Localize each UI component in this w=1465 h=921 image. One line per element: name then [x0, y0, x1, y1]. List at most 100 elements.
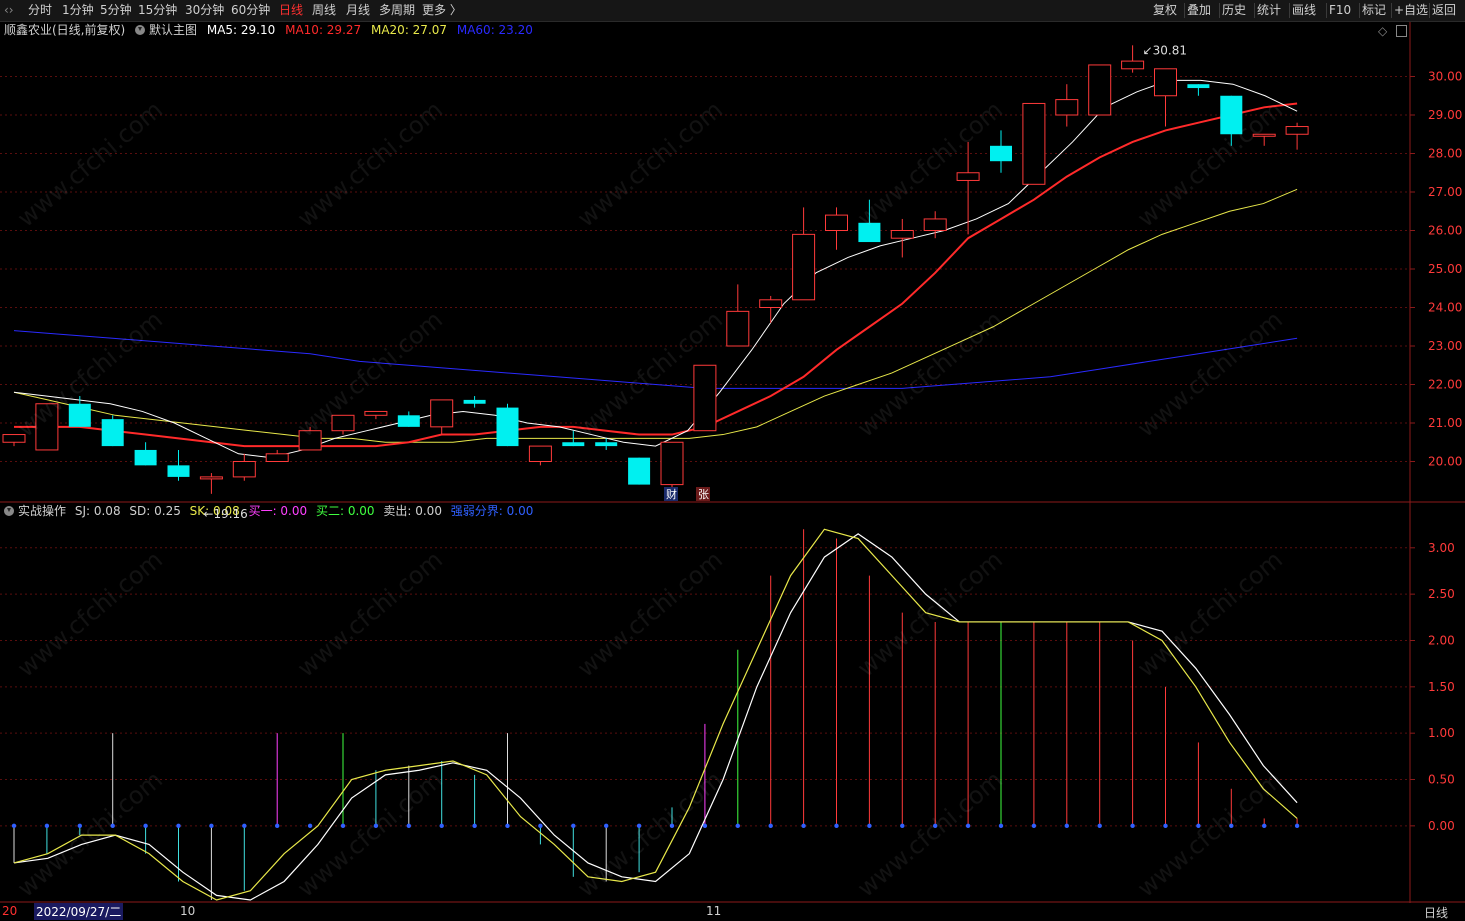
zero-dot: [307, 823, 313, 829]
candle: [463, 396, 486, 408]
zero-dot: [143, 823, 148, 829]
zero-dot: [1163, 823, 1168, 829]
candle-body: [759, 299, 783, 308]
y-tick-label: 0.00: [1428, 819, 1455, 833]
zero-dot: [834, 823, 839, 829]
candle: [1154, 68, 1177, 127]
zero-dot: [406, 823, 411, 829]
y-tick-label: 20.00: [1428, 455, 1462, 469]
candle-body: [364, 410, 388, 416]
candle: [496, 403, 519, 447]
zero-dot: [209, 823, 214, 829]
zero-dot: [1196, 823, 1201, 829]
candle-body: [1022, 102, 1046, 185]
zero-dot: [110, 823, 115, 829]
candle-body: [528, 445, 552, 463]
candle-body: [1187, 84, 1210, 89]
candle-body: [1252, 133, 1276, 137]
candle-body: [430, 399, 454, 428]
event-badge-label: 财: [666, 487, 677, 501]
candle: [1220, 95, 1243, 146]
zero-dot: [998, 823, 1004, 829]
zero-dot: [439, 823, 444, 829]
candle-body: [35, 403, 59, 451]
zero-dot: [571, 823, 576, 829]
candle-body: [298, 430, 322, 451]
candle-body: [167, 465, 190, 477]
y-tick-label: 2.00: [1428, 633, 1455, 647]
candle: [232, 453, 256, 481]
candle: [759, 295, 783, 323]
candle-body: [463, 399, 486, 404]
zero-dot: [44, 823, 50, 829]
date-axis: 20 2022/09/27/二 10 11 日线: [0, 903, 1465, 921]
candle: [660, 441, 684, 489]
candle: [1121, 45, 1145, 73]
candle-body: [134, 449, 157, 466]
candle: [890, 218, 914, 258]
candle-body: [858, 222, 881, 243]
candle-body: [496, 407, 519, 447]
y-tick-label: 26.00: [1428, 224, 1462, 238]
zero-dot: [768, 823, 773, 829]
panel-toggle-icon[interactable]: [1396, 25, 1407, 37]
y-tick-label: 28.00: [1428, 147, 1462, 161]
period-label[interactable]: 日线: [1424, 904, 1448, 921]
candle-body: [1154, 68, 1177, 97]
zero-dot: [242, 823, 247, 829]
candle: [430, 399, 454, 435]
month-11-label: 11: [706, 904, 722, 918]
kline-chart[interactable]: 30.00 29.00 28.00 27.00 26.00 25.00 24.00 23.00…: [0, 0, 1465, 919]
candle: [2, 434, 26, 447]
candle: [693, 364, 717, 432]
candle-body: [628, 457, 651, 485]
y-tick-label: 22.00: [1428, 378, 1462, 392]
candle-body: [1088, 64, 1112, 116]
candle: [1187, 84, 1210, 96]
zero-dot: [340, 823, 346, 829]
candle-body: [792, 233, 816, 301]
candle-body: [331, 414, 355, 432]
candle: [167, 449, 190, 481]
candle: [134, 442, 157, 466]
event-badge-label: 张: [698, 488, 709, 501]
candle: [298, 426, 322, 451]
zero-dot: [867, 823, 872, 829]
zero-dot: [1097, 823, 1102, 829]
ma20-line: [13, 188, 1298, 443]
zero-dot: [77, 823, 83, 829]
candle: [1022, 102, 1046, 185]
candle-body: [990, 145, 1012, 162]
zero-dot: [1229, 823, 1234, 829]
candle-body: [101, 419, 124, 447]
low-price-label: ←19.16: [203, 507, 247, 521]
zero-dot: [538, 823, 543, 829]
candle: [1252, 133, 1276, 146]
y-tick-label: 30.00: [1428, 70, 1462, 84]
candle-body: [1055, 99, 1079, 116]
diamond-icon[interactable]: ◇: [1378, 24, 1387, 38]
sd-line: [13, 533, 1298, 901]
candle: [1055, 84, 1079, 127]
zero-dot: [669, 823, 675, 829]
candle-body: [693, 364, 717, 432]
zero-dot: [176, 823, 181, 829]
y-tick-label: 25.00: [1428, 262, 1462, 276]
y-tick-label: 23.00: [1428, 339, 1462, 353]
candle: [628, 457, 651, 485]
zero-dot: [1064, 823, 1070, 829]
zero-dot: [373, 823, 379, 829]
y-tick-label: 1.00: [1428, 726, 1455, 740]
ma10-line: [14, 102, 1298, 448]
y-tick-label: 24.00: [1428, 301, 1462, 315]
zero-dot: [965, 823, 971, 829]
candle: [858, 199, 881, 243]
candle-body: [956, 172, 980, 181]
y-tick-label: 27.00: [1428, 185, 1462, 199]
zero-dot: [735, 823, 740, 829]
zero-dot: [801, 823, 806, 829]
zero-dot: [702, 823, 708, 829]
candle-body: [1285, 126, 1309, 135]
candle: [528, 445, 552, 466]
candle: [364, 410, 388, 420]
